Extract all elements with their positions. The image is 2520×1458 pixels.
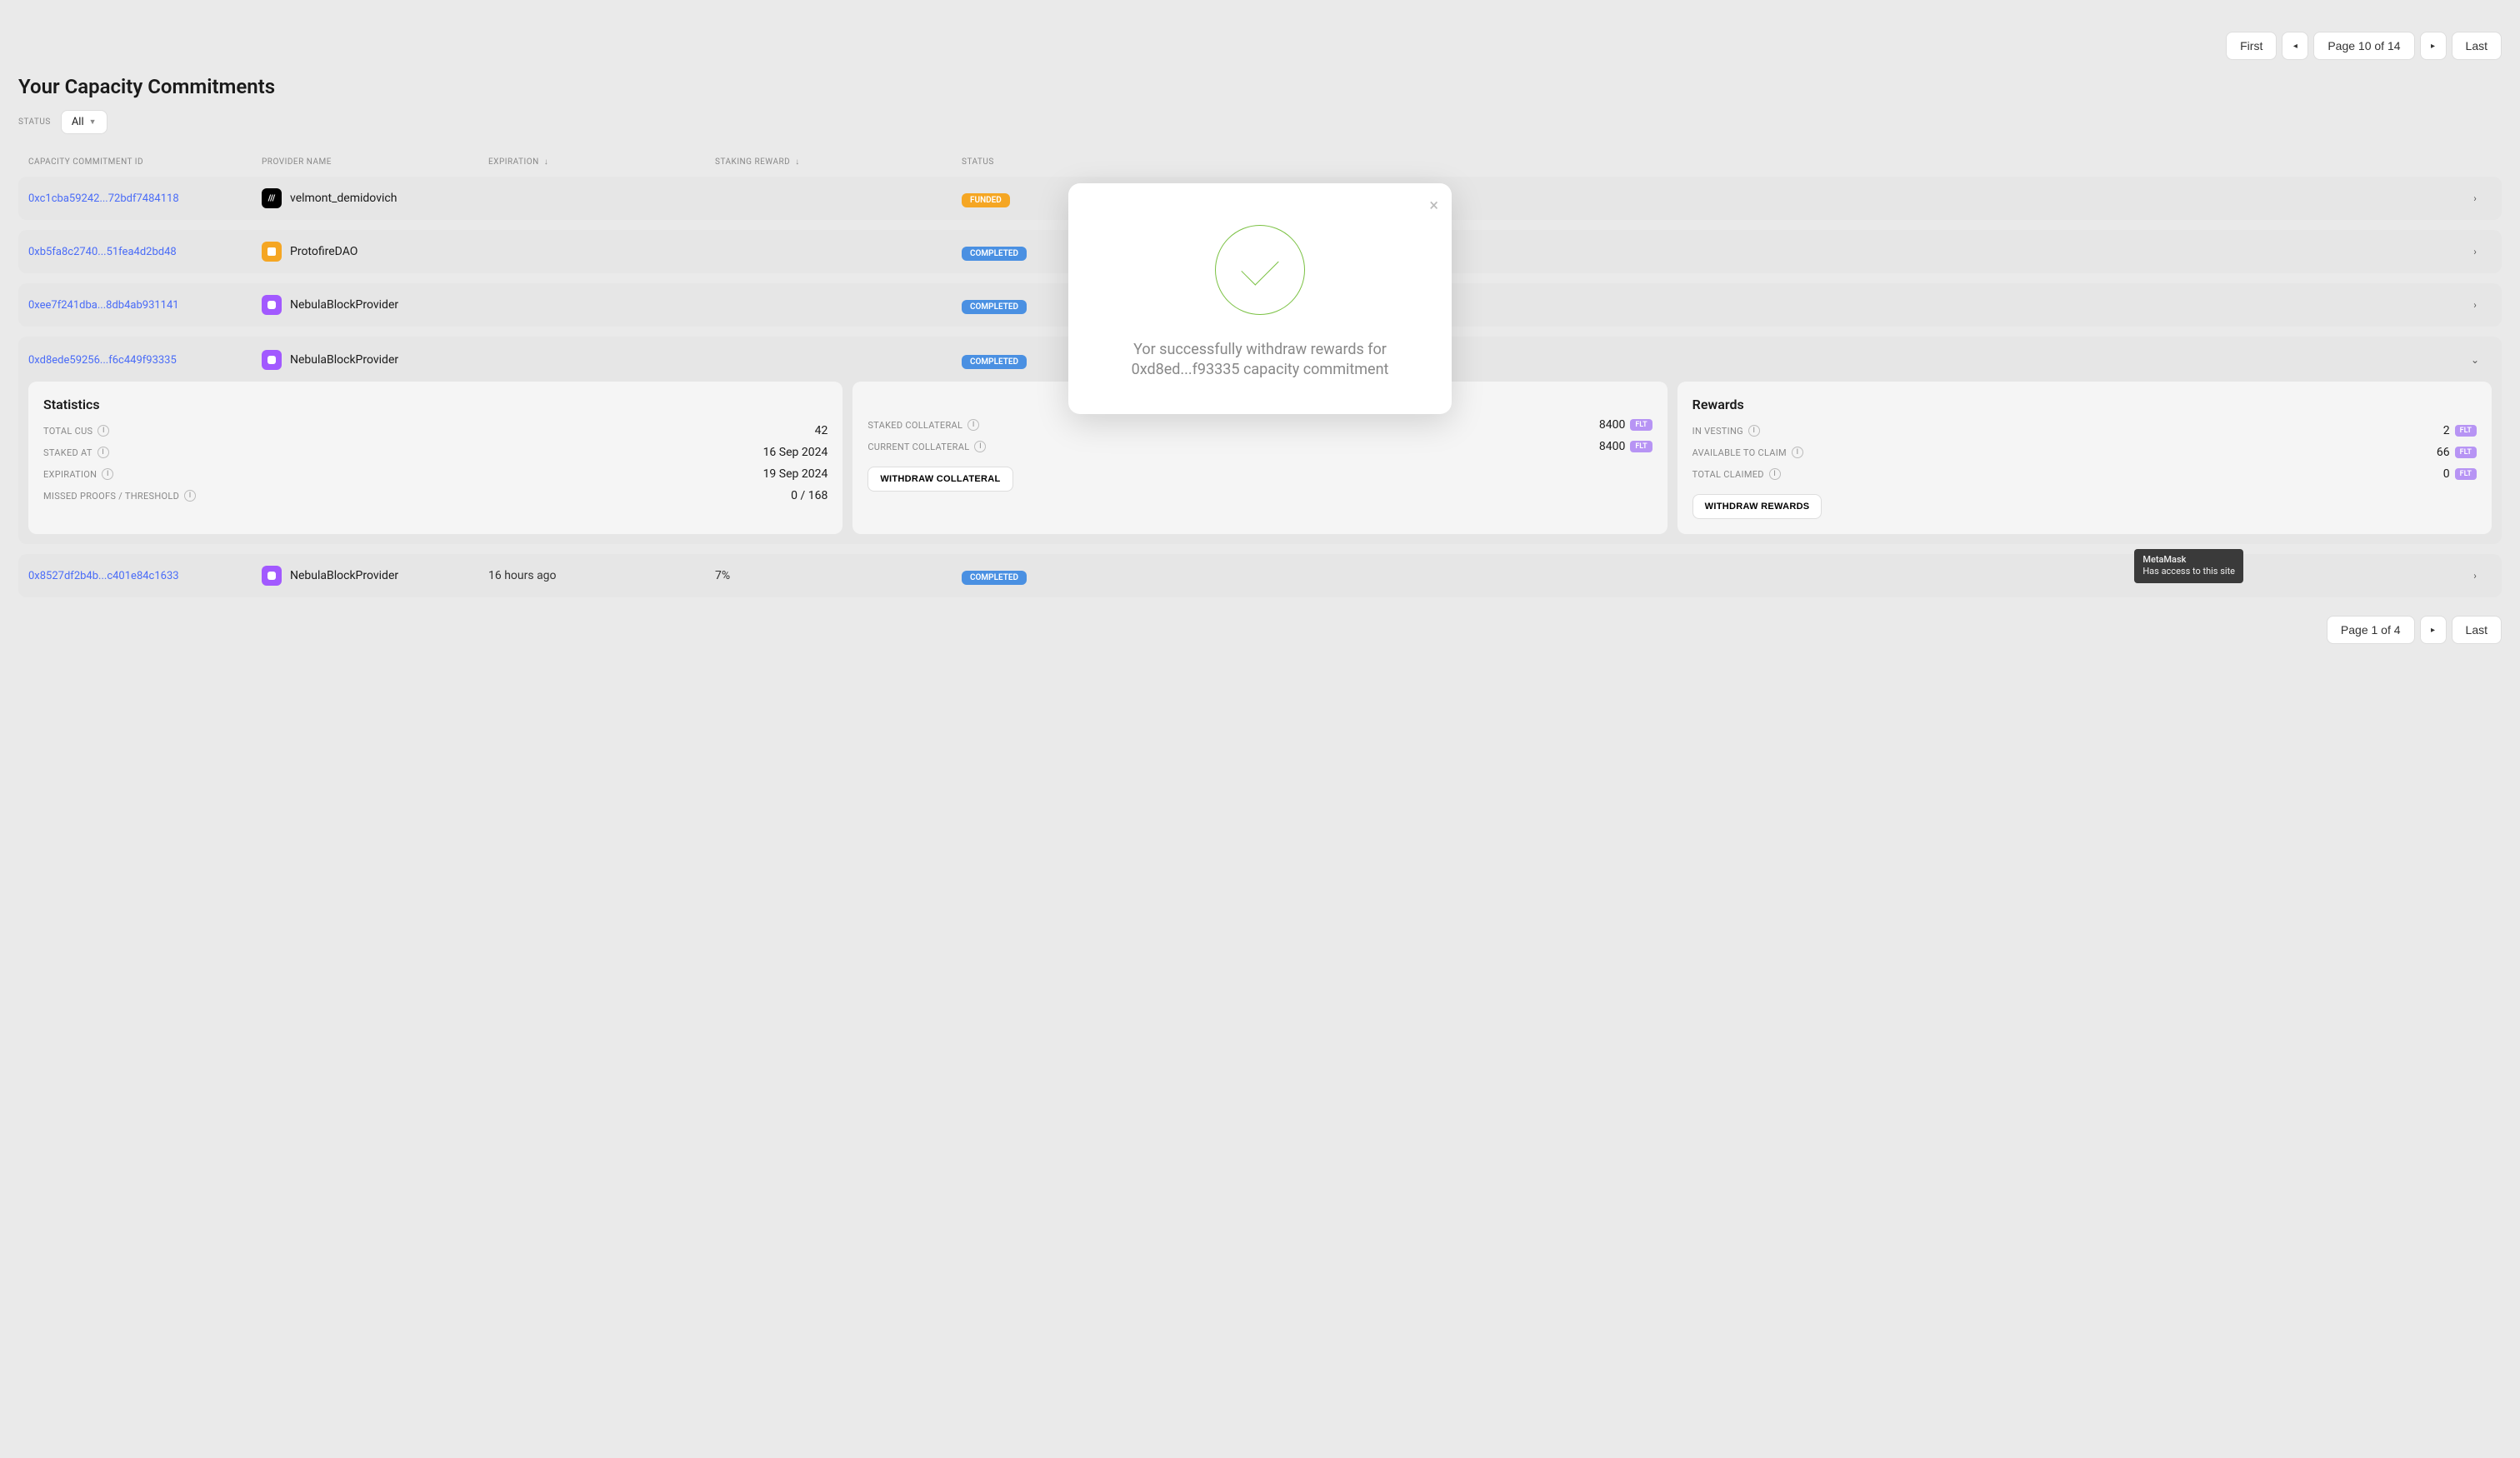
next-button[interactable]: ▸ <box>2420 616 2447 644</box>
chevron-right-icon: ▸ <box>2431 626 2435 635</box>
expand-chevron-icon[interactable]: › <box>2458 246 2492 257</box>
status-badge: COMPLETED <box>962 247 1027 261</box>
chevron-down-icon: ▼ <box>89 117 97 127</box>
card-title: Statistics <box>43 397 828 412</box>
info-icon[interactable]: i <box>184 490 196 502</box>
current-collateral-value: 8400 <box>1599 440 1625 453</box>
provider-name: velmont_demidovich <box>290 192 397 205</box>
provider-name: NebulaBlockProvider <box>290 569 398 582</box>
success-check-icon <box>1215 225 1305 315</box>
status-badge: COMPLETED <box>962 355 1027 369</box>
chevron-right-icon: ▸ <box>2431 42 2435 51</box>
total-claimed-value: 0 <box>2443 467 2450 481</box>
status-badge: COMPLETED <box>962 571 1027 585</box>
info-icon[interactable]: i <box>1748 425 1760 437</box>
sort-down-icon: ↓ <box>795 157 800 167</box>
close-icon[interactable]: × <box>1429 195 1438 215</box>
flt-badge: FLT <box>2455 447 2477 458</box>
chevron-left-icon: ◂ <box>2293 42 2298 51</box>
first-button[interactable]: First <box>2226 32 2277 60</box>
success-modal: × Yor successfully withdraw rewards for … <box>1068 183 1452 414</box>
metamask-tooltip: MetaMask Has access to this site <box>2134 549 2243 583</box>
col-provider: PROVIDER NAME <box>262 157 488 167</box>
staking-cell: 7% <box>715 569 962 582</box>
top-pagination: First ◂ Page 10 of 14 ▸ Last <box>18 32 2502 60</box>
expiration-cell: 16 hours ago <box>488 569 715 582</box>
info-icon[interactable]: i <box>974 441 986 452</box>
page-info[interactable]: Page 10 of 14 <box>2313 32 2414 60</box>
expand-chevron-icon[interactable]: › <box>2458 192 2492 204</box>
sort-down-icon: ↓ <box>544 157 549 167</box>
card-title: Rewards <box>1692 397 2477 412</box>
status-badge: FUNDED <box>962 193 1010 207</box>
page-info[interactable]: Page 1 of 4 <box>2327 616 2415 644</box>
provider-name: NebulaBlockProvider <box>290 298 398 312</box>
table-row[interactable]: 0x8527df2b4b...c401e84c1633 NebulaBlockP… <box>18 554 2502 597</box>
col-expiration[interactable]: EXPIRATION↓ <box>488 157 715 167</box>
info-icon[interactable]: i <box>1792 447 1803 458</box>
metamask-subtitle: Has access to this site <box>2142 566 2235 577</box>
flt-badge: FLT <box>1630 441 1652 452</box>
commitment-id-link[interactable]: 0xd8ede59256...f6c449f93335 <box>28 354 262 367</box>
info-icon[interactable]: i <box>1769 468 1781 480</box>
commitment-id-link[interactable]: 0xc1cba59242...72bdf7484118 <box>28 192 262 205</box>
staked-at-value: 16 Sep 2024 <box>763 446 828 459</box>
col-staking[interactable]: STAKING REWARD↓ <box>715 157 962 167</box>
status-filter-select[interactable]: All ▼ <box>61 110 108 134</box>
prev-button[interactable]: ◂ <box>2282 32 2308 60</box>
info-icon[interactable]: i <box>102 468 113 480</box>
status-filter-label: STATUS <box>18 117 51 127</box>
staked-collateral-value: 8400 <box>1599 418 1625 432</box>
bottom-pagination: Page 1 of 4 ▸ Last <box>18 616 2502 644</box>
col-id: CAPACITY COMMITMENT ID <box>28 157 262 167</box>
metamask-title: MetaMask <box>2142 554 2235 566</box>
flt-badge: FLT <box>2455 425 2477 437</box>
rewards-card: Rewards IN VESTINGi2FLT AVAILABLE TO CLA… <box>1678 382 2492 534</box>
table-header: CAPACITY COMMITMENT ID PROVIDER NAME EXP… <box>18 157 2502 177</box>
flt-badge: FLT <box>2455 468 2477 480</box>
expand-chevron-icon[interactable]: › <box>2458 570 2492 582</box>
info-icon[interactable]: i <box>98 425 109 437</box>
provider-name: ProtofireDAO <box>290 245 358 258</box>
provider-name: NebulaBlockProvider <box>290 353 398 367</box>
commitment-id-link[interactable]: 0x8527df2b4b...c401e84c1633 <box>28 570 262 582</box>
info-icon[interactable]: i <box>968 419 979 431</box>
provider-icon: /// <box>262 188 282 208</box>
available-to-claim-value: 66 <box>2437 446 2450 459</box>
status-filter-value: All <box>72 116 84 128</box>
total-cus-value: 42 <box>815 424 828 437</box>
expand-chevron-icon[interactable]: › <box>2458 299 2492 311</box>
status-badge: COMPLETED <box>962 300 1027 314</box>
commitment-id-link[interactable]: 0xee7f241dba...8db4ab931141 <box>28 299 262 312</box>
withdraw-rewards-button[interactable]: WITHDRAW REWARDS <box>1692 494 1822 519</box>
expiration-value: 19 Sep 2024 <box>763 467 828 481</box>
withdraw-collateral-button[interactable]: WITHDRAW COLLATERAL <box>868 467 1012 492</box>
flt-badge: FLT <box>1630 419 1652 431</box>
page-title: Your Capacity Commitments <box>18 75 2502 98</box>
provider-icon <box>262 350 282 370</box>
last-button[interactable]: Last <box>2452 32 2502 60</box>
provider-icon <box>262 242 282 262</box>
provider-icon <box>262 295 282 315</box>
commitment-id-link[interactable]: 0xb5fa8c2740...51fea4d2bd48 <box>28 246 262 258</box>
collapse-chevron-icon[interactable]: ⌄ <box>2458 354 2492 366</box>
info-icon[interactable]: i <box>98 447 109 458</box>
col-status: STATUS <box>962 157 2458 167</box>
provider-icon <box>262 566 282 586</box>
in-vesting-value: 2 <box>2443 424 2450 437</box>
modal-message: Yor successfully withdraw rewards for 0x… <box>1093 340 1427 381</box>
missed-proofs-value: 0 / 168 <box>791 489 828 502</box>
last-button[interactable]: Last <box>2452 616 2502 644</box>
statistics-card: Statistics TOTAL CUSi42 STAKED ATi16 Sep… <box>28 382 842 534</box>
next-button[interactable]: ▸ <box>2420 32 2447 60</box>
filter-row: STATUS All ▼ <box>18 110 2502 134</box>
